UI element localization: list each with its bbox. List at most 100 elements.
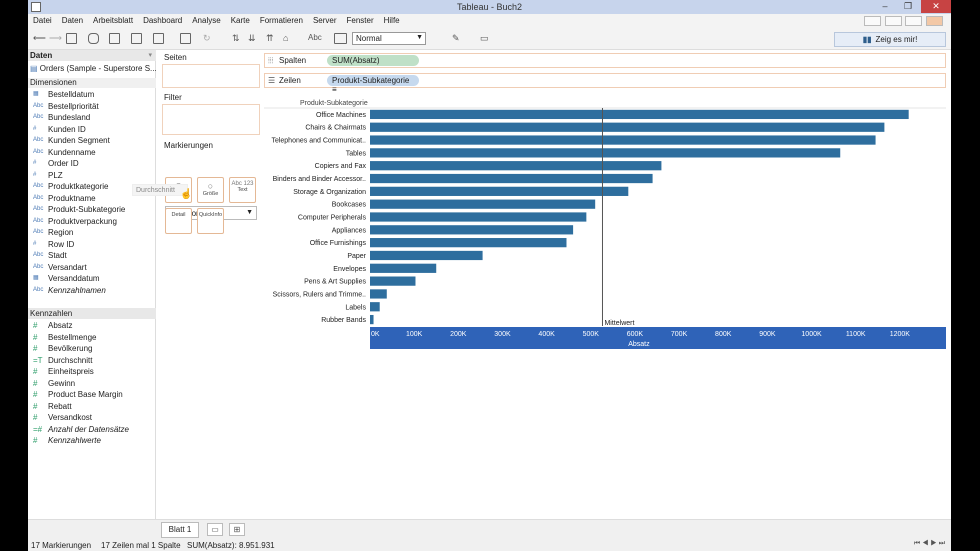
- menu-fenster[interactable]: Fenster: [342, 14, 379, 27]
- sort-asc-icon[interactable]: ⇊: [248, 33, 256, 45]
- show-me-button[interactable]: ▮▮ Zeig es mir!: [834, 32, 946, 47]
- tooltip-mark-button[interactable]: QuickInfo: [197, 208, 224, 234]
- restore-pane-icon[interactable]: [905, 16, 922, 26]
- menu-analyse[interactable]: Analyse: [187, 14, 225, 27]
- measure-field[interactable]: # Versandkost: [28, 412, 156, 424]
- measure-field[interactable]: =T Durchschnitt: [28, 355, 156, 367]
- datasource-item[interactable]: ▤ Orders (Sample - Superstore S...: [28, 63, 156, 75]
- highlight-icon[interactable]: ✎: [452, 33, 460, 45]
- dimension-field[interactable]: Abc Kennzahlnamen: [28, 285, 156, 297]
- close-icon[interactable]: ✕: [921, 0, 951, 13]
- dimension-field[interactable]: Abc Bundesland: [28, 112, 156, 124]
- duplicate-sheet-icon[interactable]: [131, 33, 142, 44]
- detail-mark-label: Detail: [171, 212, 186, 218]
- measure-field[interactable]: # Bevölkerung: [28, 343, 156, 355]
- sheet-tab-blatt-1[interactable]: Blatt 1: [161, 522, 199, 538]
- x-tick-label: 500K: [583, 331, 600, 338]
- menu-arbeitsblatt[interactable]: Arbeitsblatt: [88, 14, 138, 27]
- menu-dashboard[interactable]: Dashboard: [138, 14, 187, 27]
- new-dashboard-icon[interactable]: [153, 33, 164, 44]
- sum-absatz-pill[interactable]: SUM(Absatz): [327, 55, 419, 66]
- dimension-field[interactable]: Abc Region: [28, 227, 156, 239]
- measure-field[interactable]: # Bestellmenge: [28, 332, 156, 344]
- text-type-icon: Abc: [33, 137, 44, 143]
- measure-field[interactable]: # Einheitspreis: [28, 366, 156, 378]
- menu-datei[interactable]: Datei: [28, 14, 57, 27]
- dimension-field-label: PLZ: [48, 170, 63, 180]
- bar: [370, 186, 629, 196]
- group-icon[interactable]: ⌂: [283, 33, 288, 45]
- dimension-field[interactable]: Abc Produkt-Subkategorie: [28, 204, 156, 216]
- measures-list: # Absatz # Bestellmenge # Bevölkerung =T Durchs…: [28, 320, 156, 447]
- x-tick-label: 900K: [759, 331, 776, 338]
- menu-hilfe[interactable]: Hilfe: [379, 14, 405, 27]
- sheet-navigation-icon[interactable]: ⏮◀▶⏭: [914, 540, 947, 548]
- home-icon[interactable]: [926, 16, 943, 26]
- dimension-field[interactable]: Abc Kunden Segment: [28, 135, 156, 147]
- measure-field[interactable]: # Rebatt: [28, 401, 156, 413]
- dimension-field[interactable]: Abc Kundenname: [28, 147, 156, 159]
- calendar-icon: ▦: [33, 275, 39, 281]
- dimension-field[interactable]: # Kunden ID: [28, 124, 156, 136]
- menu-daten[interactable]: Daten: [57, 14, 88, 27]
- dimension-field[interactable]: Abc Produktverpackung: [28, 216, 156, 228]
- clear-sheet-icon[interactable]: [180, 33, 191, 44]
- measure-field[interactable]: =# Anzahl der Datensätze: [28, 424, 156, 436]
- text-type-icon: Abc: [33, 229, 44, 235]
- cursor-icon: ☝: [180, 189, 193, 200]
- pane-menu-icon[interactable]: ▾: [148, 51, 152, 59]
- measure-field[interactable]: # Absatz: [28, 320, 156, 332]
- x-tick-label: 700K: [671, 331, 688, 338]
- dimension-field[interactable]: # Row ID: [28, 239, 156, 251]
- x-tick-label: 300K: [494, 331, 511, 338]
- fullscreen-icon[interactable]: [885, 16, 902, 26]
- minimize-icon[interactable]: –: [874, 0, 896, 13]
- number-icon: #: [33, 344, 38, 353]
- dimension-field[interactable]: ▦ Versanddatum: [28, 273, 156, 285]
- dimension-field[interactable]: Abc Stadt: [28, 250, 156, 262]
- dimension-field-label: Kennzahlnamen: [48, 285, 106, 295]
- size-mark-button[interactable]: ○ Größe: [197, 177, 224, 203]
- present-mode-icon[interactable]: [864, 16, 881, 26]
- measure-field[interactable]: # Product Base Margin: [28, 389, 156, 401]
- number-icon: #: [33, 160, 37, 166]
- dimension-field[interactable]: ▦ Bestelldatum: [28, 89, 156, 101]
- new-worksheet-icon[interactable]: ▭: [207, 523, 223, 536]
- measure-field[interactable]: # Gewinn: [28, 378, 156, 390]
- dimension-field-label: Stadt: [48, 251, 67, 260]
- new-dashboard-tab-icon[interactable]: ⊞: [229, 523, 245, 536]
- sort-desc-icon[interactable]: ⇈: [266, 33, 274, 45]
- show-labels-button[interactable]: Abc: [308, 33, 322, 45]
- measure-field[interactable]: # Kennzahlwerte: [28, 435, 156, 447]
- dimension-field[interactable]: # Order ID: [28, 158, 156, 170]
- dimension-field[interactable]: Abc Versandart: [28, 262, 156, 274]
- title-bar: Tableau - Buch2 – ❐ ✕: [28, 0, 951, 14]
- fit-icon[interactable]: [334, 33, 347, 44]
- dimension-field[interactable]: # PLZ: [28, 170, 156, 182]
- dimension-field-label: Bundesland: [48, 113, 91, 122]
- menu-server[interactable]: Server: [308, 14, 342, 27]
- add-datasource-icon[interactable]: [88, 33, 99, 44]
- filter-drop-zone[interactable]: [162, 104, 260, 135]
- save-icon[interactable]: [66, 33, 77, 44]
- presentation-icon[interactable]: ▭: [480, 33, 489, 45]
- subcategory-pill[interactable]: Produkt-Subkategorie ≡: [327, 75, 419, 94]
- redo-icon[interactable]: ⟶: [49, 33, 62, 45]
- menu-karte[interactable]: Karte: [226, 14, 255, 27]
- new-sheet-icon[interactable]: [109, 33, 120, 44]
- menu-formatieren[interactable]: Formatieren: [255, 14, 308, 27]
- view-size-select[interactable]: Normal ▼: [352, 32, 426, 45]
- swap-icon[interactable]: ⇅: [232, 33, 240, 45]
- dimension-field[interactable]: Abc Bestellpriorität: [28, 101, 156, 113]
- detail-mark-button[interactable]: Detail: [165, 208, 192, 234]
- text-mark-button[interactable]: Abc 123 Text: [229, 177, 256, 203]
- pages-drop-zone[interactable]: [162, 64, 260, 88]
- restore-icon[interactable]: ❐: [897, 0, 919, 13]
- columns-shelf[interactable]: ⦙⦙⦙ Spalten SUM(Absatz): [264, 53, 946, 68]
- undo-icon[interactable]: ⟵: [33, 33, 46, 45]
- status-dimensions: 17 Zeilen mal 1 Spalte: [101, 541, 181, 550]
- measure-field-label: Anzahl der Datensätze: [48, 424, 129, 434]
- rows-shelf[interactable]: ☰ Zeilen Produkt-Subkategorie ≡: [264, 73, 946, 94]
- refresh-icon[interactable]: ↻: [203, 33, 211, 45]
- datasource-label: Orders (Sample - Superstore S...: [39, 64, 156, 73]
